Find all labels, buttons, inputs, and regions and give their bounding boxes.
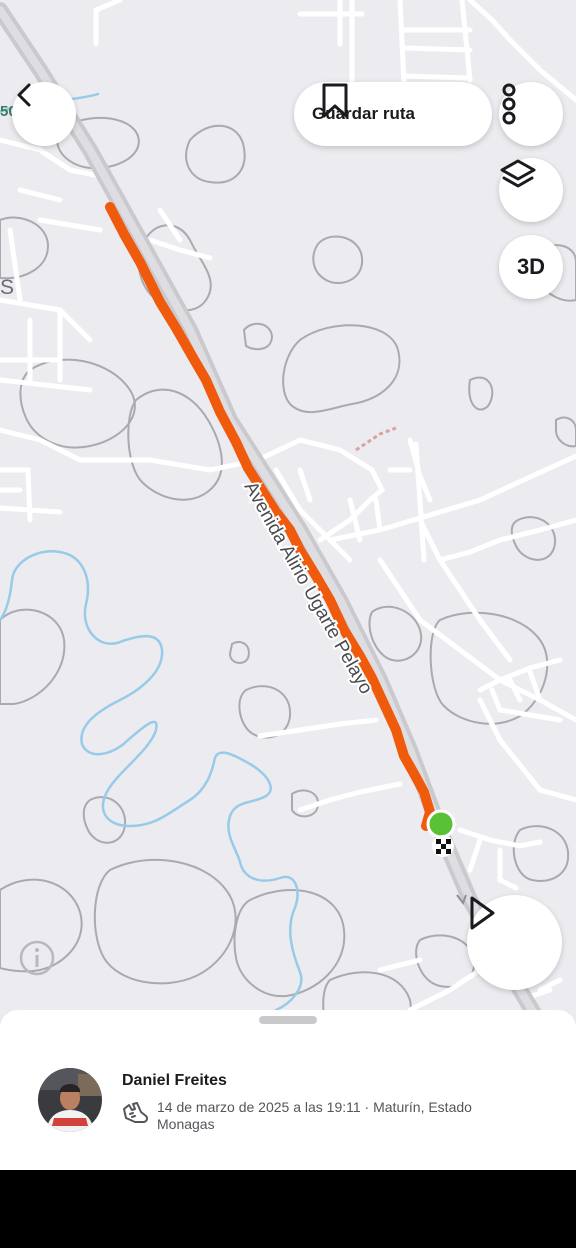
route-map[interactable]: Avenida Alirio Ugarte Pelayo S 50 Guarda… (0, 0, 576, 1040)
athlete-name[interactable]: Daniel Freites (122, 1072, 227, 1090)
3d-view-button[interactable]: 3D (499, 235, 563, 299)
play-icon (470, 896, 495, 930)
save-route-button[interactable]: Guardar ruta (294, 82, 492, 146)
info-icon (19, 940, 55, 976)
map-info-button[interactable] (19, 940, 55, 976)
sheet-drag-handle[interactable] (259, 1016, 317, 1024)
map-layers-button[interactable] (499, 158, 563, 222)
bookmark-icon (322, 83, 348, 118)
start-marker (426, 809, 456, 839)
system-navigation-bar (0, 1170, 576, 1248)
run-shoe-icon (123, 1102, 148, 1123)
map-edge-letter: S (0, 276, 14, 299)
vertical-dots-icon (502, 83, 516, 125)
layers-icon (500, 159, 536, 188)
finish-flag-marker (432, 835, 454, 857)
activity-details: 14 de marzo de 2025 a las 19:11 · Maturí… (157, 1099, 472, 1132)
3d-view-label: 3D (516, 254, 546, 279)
map-canvas: Avenida Alirio Ugarte Pelayo S 50 (0, 0, 576, 1040)
activity-bottom-sheet[interactable]: Daniel Freites 14 de marzo de 2025 a las… (0, 1010, 576, 1170)
chevron-left-icon (17, 83, 31, 107)
back-button[interactable] (12, 82, 76, 146)
more-options-button[interactable] (499, 82, 563, 146)
play-flyover-button[interactable] (467, 895, 562, 990)
avatar-photo (38, 1068, 102, 1132)
avatar[interactable] (38, 1068, 102, 1132)
